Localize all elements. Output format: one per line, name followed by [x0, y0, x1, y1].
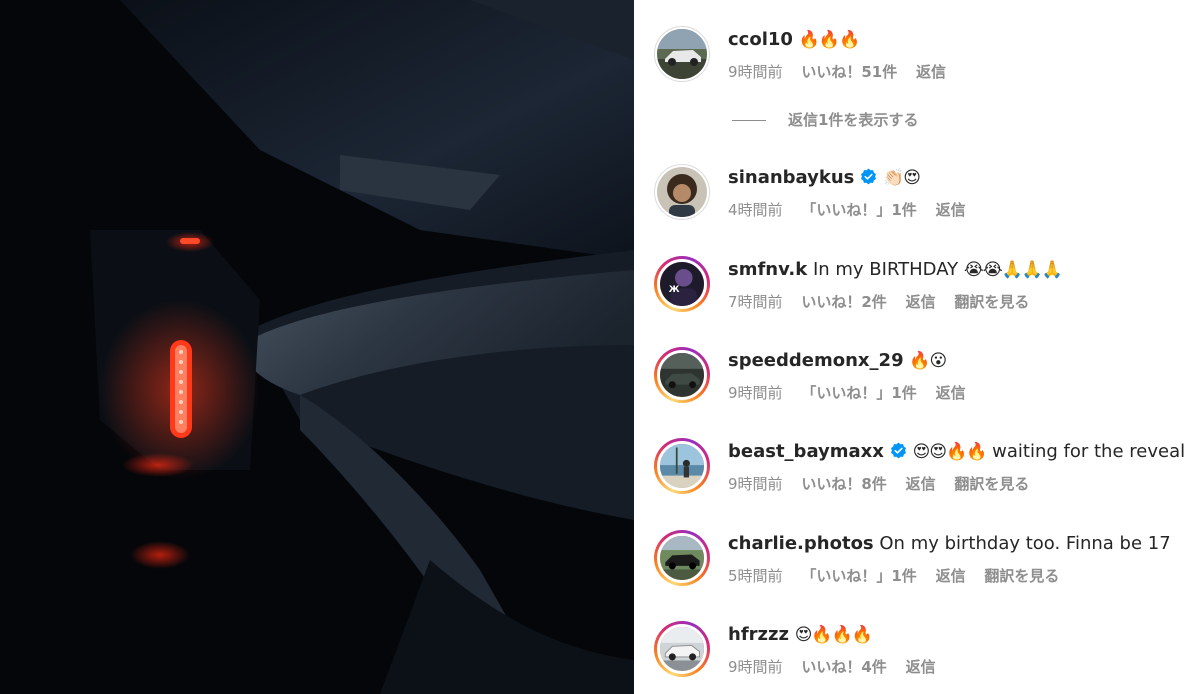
comment-username[interactable]: sinanbaykus — [728, 167, 854, 188]
comment-meta: 7時間前 いいね！2件 返信 翻訳を見る — [728, 292, 1043, 312]
car-rear-photo — [0, 0, 634, 694]
reply-button[interactable]: 返信 — [916, 63, 946, 81]
svg-text:Ж: Ж — [669, 285, 680, 295]
comment-emoji: 😍🔥🔥🔥 — [794, 625, 873, 645]
avatar-story-ring[interactable]: Ж — [654, 256, 710, 312]
comment-meta: 9時間前 いいね！51件 返信 — [728, 62, 960, 82]
comment-meta: 9時間前 いいね！8件 返信 翻訳を見る — [728, 474, 1043, 494]
comments-panel: ccol10 🔥🔥🔥 9時間前 いいね！51件 返信 返信1件を表示する sin — [634, 0, 1200, 694]
verified-badge-icon — [890, 442, 906, 459]
comment-line: speeddemonx_29 🔥😮 — [728, 347, 947, 375]
comment-username[interactable]: smfnv.k — [728, 259, 807, 280]
comment-username[interactable]: hfrzzz — [728, 624, 789, 645]
comment-text: waiting for the reveal — [992, 441, 1186, 462]
likes-count-button[interactable]: いいね！8件 — [801, 475, 886, 493]
avatar[interactable] — [654, 164, 710, 220]
see-translation-button[interactable]: 翻訳を見る — [954, 293, 1029, 311]
comment-emoji: 👏🏻😍 — [883, 168, 921, 188]
likes-count-button[interactable]: 「いいね！」1件 — [801, 567, 916, 585]
comment-line: charlie.photos On my birthday too. Finna… — [728, 530, 1171, 558]
comment-username[interactable]: beast_baymaxx — [728, 441, 884, 462]
comment-meta: 9時間前 「いいね！」1件 返信 — [728, 383, 980, 403]
reply-button[interactable]: 返信 — [906, 293, 936, 311]
comment-text: On my birthday too. Finna be 17 — [879, 533, 1171, 554]
view-replies-button[interactable]: 返信1件を表示する — [732, 109, 918, 131]
comment-item: charlie.photos On my birthday too. Finna… — [634, 530, 1200, 622]
avatar-story-ring[interactable] — [654, 438, 710, 494]
reply-button[interactable]: 返信 — [936, 567, 966, 585]
comment-time[interactable]: 4時間前 — [728, 201, 783, 219]
reply-button[interactable]: 返信 — [906, 475, 936, 493]
car-photo-avatar-icon — [657, 29, 707, 79]
verified-badge-icon — [861, 168, 877, 185]
comment-line: sinanbaykus 👏🏻😍 — [728, 164, 921, 192]
comment-username[interactable]: ccol10 — [728, 29, 793, 50]
comment-time[interactable]: 5時間前 — [728, 567, 783, 585]
comment-emoji: 🔥🔥🔥 — [798, 30, 861, 50]
see-translation-button[interactable]: 翻訳を見る — [984, 567, 1059, 585]
comment-time[interactable]: 9時間前 — [728, 384, 783, 402]
likes-count-button[interactable]: いいね！2件 — [801, 293, 886, 311]
likes-count-button[interactable]: 「いいね！」1件 — [801, 384, 916, 402]
person-avatar-icon — [657, 167, 707, 217]
comment-item: ccol10 🔥🔥🔥 9時間前 いいね！51件 返信 — [634, 26, 1200, 118]
likes-count-button[interactable]: いいね！51件 — [801, 63, 897, 81]
likes-count-button[interactable]: いいね！4件 — [801, 658, 886, 676]
avatar[interactable] — [654, 26, 710, 82]
comment-line: ccol10 🔥🔥🔥 — [728, 26, 861, 54]
reply-button[interactable]: 返信 — [936, 201, 966, 219]
avatar-story-ring[interactable] — [654, 621, 710, 677]
comment-item: speeddemonx_29 🔥😮 9時間前 「いいね！」1件 返信 — [634, 347, 1200, 439]
comment-item: beast_baymaxx 😍😍🔥🔥 waiting for the revea… — [634, 438, 1200, 530]
likes-count-button[interactable]: 「いいね！」1件 — [801, 201, 916, 219]
post-photo — [0, 0, 634, 694]
comment-meta: 4時間前 「いいね！」1件 返信 — [728, 200, 980, 220]
comment-line: smfnv.k In my BIRTHDAY 😭😭🙏🙏🙏 — [728, 256, 1063, 284]
car-photo-avatar-icon — [660, 536, 704, 580]
see-translation-button[interactable]: 翻訳を見る — [954, 475, 1029, 493]
comment-time[interactable]: 9時間前 — [728, 658, 783, 676]
comment-time[interactable]: 9時間前 — [728, 475, 783, 493]
avatar-story-ring[interactable] — [654, 530, 710, 586]
car-photo-avatar-icon — [660, 627, 704, 671]
car-photo-avatar-icon — [660, 353, 704, 397]
comment-meta: 9時間前 いいね！4件 返信 — [728, 657, 950, 677]
view-replies-label: 返信1件を表示する — [788, 111, 919, 129]
comment-time[interactable]: 9時間前 — [728, 63, 783, 81]
comment-time[interactable]: 7時間前 — [728, 293, 783, 311]
person-avatar-icon: Ж — [660, 262, 704, 306]
comment-text: In my BIRTHDAY — [812, 259, 959, 280]
avatar-story-ring[interactable] — [654, 347, 710, 403]
comment-line: hfrzzz 😍🔥🔥🔥 — [728, 621, 873, 649]
comment-emoji: 😭😭🙏🙏🙏 — [963, 260, 1063, 280]
comment-emoji: 🔥😮 — [909, 351, 947, 371]
comment-emoji: 😍😍🔥🔥 — [912, 442, 988, 462]
comment-item: Ж smfnv.k In my BIRTHDAY 😭😭🙏🙏🙏 7時間前 いいね！… — [634, 256, 1200, 348]
comment-username[interactable]: speeddemonx_29 — [728, 350, 904, 371]
comment-username[interactable]: charlie.photos — [728, 533, 874, 554]
comment-item: sinanbaykus 👏🏻😍 4時間前 「いいね！」1件 返信 — [634, 164, 1200, 256]
comment-meta: 5時間前 「いいね！」1件 返信 翻訳を見る — [728, 566, 1073, 586]
comment-line: beast_baymaxx 😍😍🔥🔥 waiting for the revea… — [728, 438, 1185, 466]
reply-button[interactable]: 返信 — [936, 384, 966, 402]
reply-button[interactable]: 返信 — [906, 658, 936, 676]
replies-divider — [732, 120, 766, 121]
comment-item: hfrzzz 😍🔥🔥🔥 9時間前 いいね！4件 返信 — [634, 621, 1200, 694]
beach-person-avatar-icon — [660, 444, 704, 488]
